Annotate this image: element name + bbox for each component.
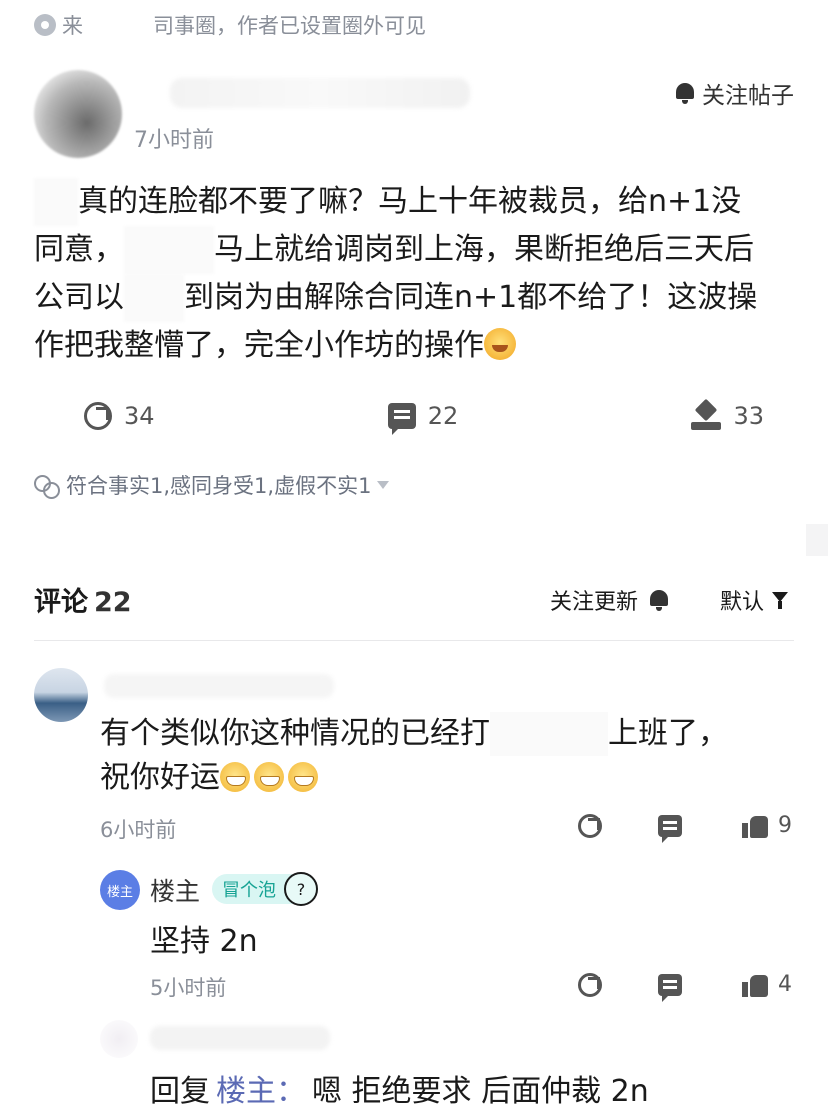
judge-button[interactable]: 33 (691, 402, 764, 430)
follow-post-button[interactable]: 关注帖子 (674, 76, 794, 110)
reply2-avatar[interactable] (100, 1020, 138, 1058)
laugh-cry-emoji-icon (484, 328, 516, 360)
user-badge: 冒个泡 ? (212, 872, 318, 906)
post-line-2: 同意，..马上就给调岗到上海，果断拒绝后三天后 (34, 226, 804, 274)
source-icon (34, 14, 56, 36)
commenter-name-redacted (104, 674, 334, 698)
share-icon (84, 402, 112, 430)
post-line-4: 作把我整懵了，完全小作坊的操作 (34, 322, 804, 370)
reply-body: 坚持 2n (150, 924, 258, 959)
chevron-down-icon (377, 481, 390, 489)
source-prefix: 来 (62, 14, 83, 38)
reply-like-button[interactable]: 4 (742, 972, 792, 997)
sort-button[interactable]: 默认 (720, 584, 792, 616)
grin-emoji-icon (220, 762, 250, 792)
judge-count: 33 (733, 402, 764, 430)
reaction-text: 符合事实1,感同身受1,虚假不实1 (66, 474, 372, 498)
comment-icon (658, 974, 682, 1002)
post-line-1: ..真的连脸都不要了嘛？马上十年被裁员，给n+1没 (34, 178, 804, 226)
thumbs-up-icon (742, 814, 768, 838)
reply-like-count: 4 (778, 972, 792, 997)
share-button[interactable]: 34 (84, 402, 155, 430)
follow-post-label: 关注帖子 (702, 83, 794, 109)
badge-emoji-icon: ? (284, 872, 318, 906)
bell-icon (648, 588, 670, 612)
comment-reply-button[interactable] (658, 815, 682, 843)
comment-like-count: 9 (778, 813, 792, 838)
commenter-avatar[interactable] (34, 668, 88, 722)
thumbs-up-icon (742, 973, 768, 997)
side-tab[interactable] (806, 524, 828, 556)
reaction-icon (34, 473, 60, 499)
author-name-redacted (170, 78, 470, 108)
post-time: 7小时前 (134, 128, 214, 153)
gavel-icon (691, 402, 722, 430)
comment-button[interactable]: 22 (387, 402, 459, 435)
bell-icon (674, 81, 696, 105)
comment-icon (387, 403, 416, 435)
comment-like-button[interactable]: 9 (742, 813, 792, 838)
grin-emoji-icon (288, 762, 318, 792)
share-icon (578, 973, 602, 997)
post-line-3: 公司以..到岗为由解除合同连n+1都不给了！这波操 (34, 274, 804, 322)
author-avatar[interactable] (34, 70, 122, 158)
post-stats: 34 22 33 (84, 396, 764, 436)
share-count: 34 (124, 402, 155, 430)
source-visibility-text: 司事圈，作者已设置圈外可见 (153, 14, 426, 38)
post-body: ..真的连脸都不要了嘛？马上十年被裁员，给n+1没 同意，..马上就给调岗到上海… (34, 178, 804, 370)
reply-target-link[interactable]: 楼主： (216, 1074, 306, 1104)
source-line: 来 司事圈，作者已设置圈外可见 (34, 10, 426, 40)
grin-emoji-icon (254, 762, 284, 792)
reply-reply-button[interactable] (658, 974, 682, 1002)
filter-icon (772, 590, 792, 610)
share-icon (578, 814, 602, 838)
comments-title: 评论 22 (34, 587, 132, 618)
reaction-summary[interactable]: 符合事实1,感同身受1,虚假不实1 (34, 470, 390, 500)
follow-updates-button[interactable]: 关注更新 (550, 584, 670, 616)
follow-updates-label: 关注更新 (550, 590, 639, 615)
comment-count: 22 (427, 402, 459, 430)
divider (34, 640, 794, 641)
reply-share-button[interactable] (578, 973, 602, 997)
comment-body: 有个类似你这种情况的已经打..上班了， 祝你好运 (100, 712, 780, 800)
sort-label: 默认 (720, 590, 765, 615)
reply-author-name[interactable]: 楼主 (150, 872, 200, 908)
reply2-body: 回复 楼主：嗯 拒绝要求 后面仲裁 2n (150, 1066, 649, 1104)
reply-avatar[interactable]: 楼主 (100, 870, 140, 910)
comments-count: 22 (94, 587, 132, 618)
comment-share-button[interactable] (578, 814, 602, 838)
comment-time: 6小时前 (100, 818, 177, 842)
comment-icon (658, 815, 682, 843)
reply2-name-redacted (150, 1026, 330, 1050)
reply-time: 5小时前 (150, 976, 227, 1000)
